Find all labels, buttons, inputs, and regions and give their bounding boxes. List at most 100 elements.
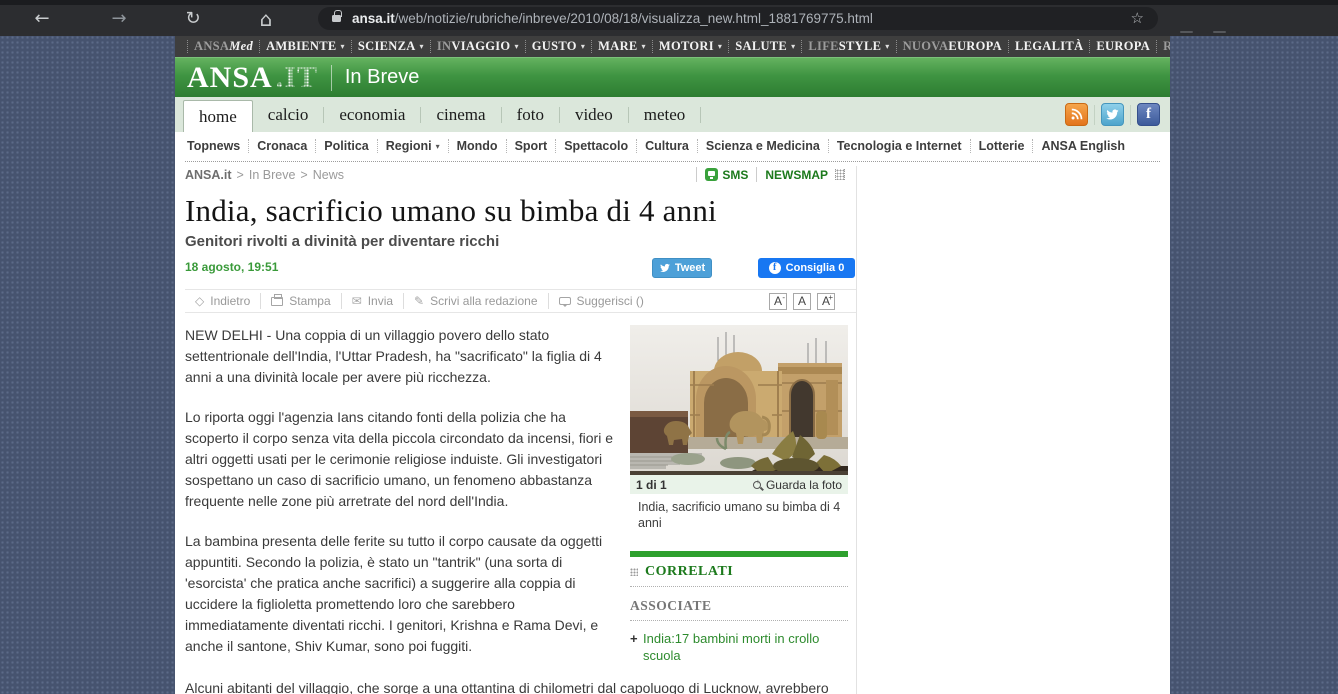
- tab-video[interactable]: video: [560, 97, 628, 132]
- topnav-label: SALUTE: [735, 39, 787, 54]
- tweet-button[interactable]: Tweet: [652, 258, 712, 278]
- related-link-row: + India:17 bambini morti in crollo scuol…: [630, 630, 848, 664]
- chevron-down-icon: ▾: [514, 42, 518, 51]
- vertical-separator: [756, 167, 757, 182]
- chevron-down-icon: ▾: [885, 42, 889, 51]
- write-to-editors-tool[interactable]: ✎Scrivi alla redazione: [404, 293, 548, 309]
- topnav-label: VIAGGIO: [451, 39, 510, 54]
- subnav-label: Sport: [515, 139, 548, 153]
- article-columns: NEW DELHI - Una coppia di un villaggio p…: [185, 325, 856, 676]
- tab-home[interactable]: home: [183, 100, 253, 132]
- url-text[interactable]: ansa.it/web/notizie/rubriche/inbreve/201…: [352, 11, 1123, 26]
- article-photo[interactable]: [630, 325, 848, 475]
- topnav-item-ambiente[interactable]: AMBIENTE▾: [259, 40, 351, 53]
- topnav-item-salute[interactable]: SALUTE▾: [728, 40, 801, 53]
- article-subtitle: Genitori rivolti a divinità per diventar…: [185, 233, 856, 250]
- topnav-label: LEGALITÀ: [1015, 39, 1083, 54]
- browser-reload-button[interactable]: ↻: [180, 7, 206, 31]
- topnav-item-scienza[interactable]: SCIENZA ▾: [351, 40, 430, 53]
- topnav-label: SCIENZA: [358, 39, 416, 54]
- paragraph: NEW DELHI - Una coppia di un villaggio p…: [185, 325, 622, 388]
- subnav-lotterie[interactable]: Lotterie: [971, 139, 1034, 153]
- subnav-ansa-english[interactable]: ANSA English: [1033, 139, 1133, 153]
- subnav-regioni[interactable]: Regioni▾: [378, 139, 449, 153]
- topnav-item-ansamed[interactable]: ANSAMed: [187, 40, 259, 53]
- breadcrumb-page: News: [313, 168, 344, 182]
- newsmap-icon: [835, 169, 845, 180]
- subnav-scienza-medicina[interactable]: Scienza e Medicina: [698, 139, 829, 153]
- subnav-tecnologia[interactable]: Tecnologia e Internet: [829, 139, 971, 153]
- topnav-item-legalita[interactable]: LEGALITÀ: [1008, 40, 1089, 53]
- chevron-down-icon: ▾: [420, 42, 424, 51]
- breadcrumb-site[interactable]: ANSA.it: [185, 168, 232, 182]
- topnav-item-europa[interactable]: EUROPA: [1089, 40, 1156, 53]
- send-tool[interactable]: ✉ Invia: [342, 293, 404, 309]
- tab-foto[interactable]: foto: [502, 97, 559, 132]
- browser-chrome: ← → ↻ ⌂ ansa.it/web/notizie/rubriche/inb…: [0, 0, 1338, 36]
- back-tool[interactable]: ◇Indietro: [185, 293, 261, 309]
- sms-link[interactable]: SMS: [705, 168, 748, 182]
- section-title: In Breve: [345, 66, 419, 89]
- browser-forward-button[interactable]: →: [106, 7, 132, 31]
- print-tool[interactable]: Stampa: [261, 293, 341, 309]
- related-link[interactable]: India:17 bambini morti in crollo scuola: [643, 630, 823, 664]
- topnav-item-mare[interactable]: MARE▾: [591, 40, 652, 53]
- topnav-item-motori[interactable]: MOTORI ▾: [652, 40, 728, 53]
- topnav-item-gusto[interactable]: GUSTO▾: [525, 40, 591, 53]
- topnav-item-lifestyle[interactable]: LIFESTYLE▾: [801, 40, 895, 53]
- chevron-down-icon: ▾: [718, 42, 722, 51]
- subnav-label: Lotterie: [979, 139, 1025, 153]
- subnav-topnews[interactable]: Topnews: [179, 139, 249, 153]
- subnav-sport[interactable]: Sport: [507, 139, 557, 153]
- tool-label: Invia: [368, 294, 393, 308]
- tab-separator: [700, 107, 701, 123]
- sub-navigation: Topnews Cronaca Politica Regioni▾ Mondo …: [175, 132, 1170, 160]
- browser-back-button[interactable]: ←: [29, 7, 55, 31]
- bookmark-star-icon[interactable]: ☆: [1131, 7, 1144, 30]
- subnav-label: Politica: [324, 139, 368, 153]
- tab-economia[interactable]: economia: [324, 97, 420, 132]
- rss-icon[interactable]: [1065, 103, 1088, 126]
- topnav-label: EUROPA: [1096, 39, 1150, 54]
- masthead: ANSA .IT In Breve: [175, 57, 1170, 97]
- topnav-item-nuovaeuropa[interactable]: NUOVAEUROPA: [896, 40, 1008, 53]
- breadcrumb-section[interactable]: In Breve: [249, 168, 296, 182]
- topnav-item-inviaggio[interactable]: INVIAGGIO▾: [430, 40, 525, 53]
- font-button-sup: -: [782, 294, 785, 302]
- suggest-tool[interactable]: Suggerisci (): [549, 293, 654, 309]
- topnav-prefix: NUOVA: [903, 39, 949, 54]
- printer-icon: [271, 297, 283, 306]
- plus-icon: +: [630, 630, 638, 647]
- font-normal-button[interactable]: A: [793, 293, 811, 310]
- tab-cinema[interactable]: cinema: [421, 97, 500, 132]
- twitter-icon[interactable]: [1101, 103, 1124, 126]
- browser-home-button[interactable]: ⌂: [253, 7, 279, 31]
- newsmap-link[interactable]: NEWSMAP: [765, 168, 845, 182]
- photo-caption: India, sacrificio umano su bimba di 4 an…: [630, 494, 848, 531]
- topnav-item-realestate[interactable]: REALESTATE: [1156, 40, 1170, 53]
- date-row: 18 agosto, 19:51 Tweet f Consiglia 0: [185, 255, 856, 285]
- tab-meteo[interactable]: meteo: [629, 97, 701, 132]
- tab-calcio[interactable]: calcio: [253, 97, 324, 132]
- subnav-cultura[interactable]: Cultura: [637, 139, 698, 153]
- topnav-prefix: ANSA: [194, 39, 229, 54]
- breadcrumb-row: ANSA.it > In Breve > News SMS NEWSMAP: [175, 162, 1170, 187]
- view-photo-link[interactable]: Guarda la foto: [753, 478, 842, 492]
- font-smaller-button[interactable]: A-: [769, 293, 787, 310]
- facebook-recommend-button[interactable]: f Consiglia 0: [758, 258, 855, 278]
- subnav-cronaca[interactable]: Cronaca: [249, 139, 316, 153]
- envelope-icon: ✉: [352, 294, 362, 308]
- font-larger-button[interactable]: A+: [817, 293, 835, 310]
- article: India, sacrificio umano su bimba di 4 an…: [175, 192, 856, 694]
- facebook-icon[interactable]: f: [1137, 103, 1160, 126]
- subnav-spettacolo[interactable]: Spettacolo: [556, 139, 637, 153]
- subnav-label: ANSA English: [1041, 139, 1125, 153]
- address-bar[interactable]: ansa.it/web/notizie/rubriche/inbreve/201…: [318, 7, 1158, 30]
- breadcrumb-tools: SMS NEWSMAP: [696, 162, 845, 187]
- topnav-label: MOTORI: [659, 39, 714, 54]
- chrome-dash: [1213, 31, 1226, 33]
- subnav-politica[interactable]: Politica: [316, 139, 377, 153]
- ansa-logo[interactable]: ANSA: [187, 63, 273, 93]
- font-button-label: A: [798, 294, 806, 308]
- subnav-mondo[interactable]: Mondo: [449, 139, 507, 153]
